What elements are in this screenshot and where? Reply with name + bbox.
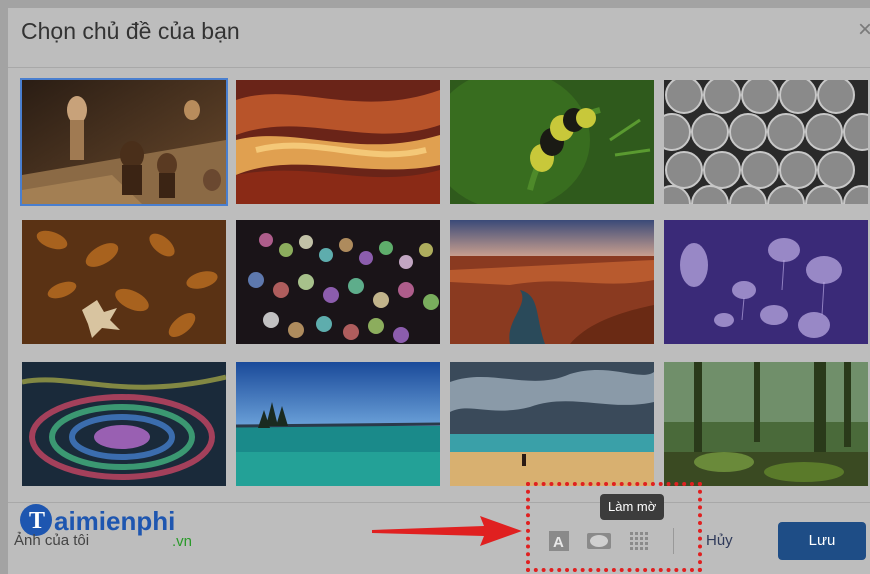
autumn-leaves-image xyxy=(22,220,226,344)
theme-tile-caterpillar[interactable] xyxy=(450,80,654,204)
save-button[interactable]: Lưu xyxy=(778,522,866,560)
beach-image xyxy=(450,362,654,486)
theme-tile-bokeh-lights[interactable] xyxy=(236,220,440,344)
theme-tile-canyon-river[interactable] xyxy=(450,220,654,344)
text-background-icon: A xyxy=(549,531,569,551)
blur-icon xyxy=(630,532,648,550)
chess-image xyxy=(22,80,226,204)
lake-shore-image xyxy=(236,362,440,486)
dialog-header: Chọn chủ đề của bạn × xyxy=(8,8,870,68)
toolbar-divider xyxy=(673,528,674,554)
theme-tile-forest[interactable] xyxy=(664,362,868,486)
colorful-ripple-image xyxy=(22,362,226,486)
theme-tile-lake-shore[interactable] xyxy=(236,362,440,486)
blur-tooltip: Làm mờ xyxy=(600,494,665,520)
vignette-icon xyxy=(587,533,611,549)
svg-text:A: A xyxy=(553,534,564,551)
cancel-button[interactable]: Hủy xyxy=(706,532,733,549)
vignette-button[interactable] xyxy=(586,530,612,552)
theme-tile-colorful-ripple[interactable] xyxy=(22,362,226,486)
canyon-river-image xyxy=(450,220,654,344)
theme-tile-canyon-waves[interactable] xyxy=(236,80,440,204)
theme-tile-chess[interactable] xyxy=(20,78,228,206)
my-photos-link[interactable]: Ảnh của tôi xyxy=(14,532,89,549)
svg-text:T: T xyxy=(29,508,45,534)
forest-image xyxy=(664,362,868,486)
svg-text:.vn: .vn xyxy=(172,533,192,550)
pipes-image xyxy=(664,80,868,204)
theme-tile-jellyfish[interactable] xyxy=(664,220,868,344)
text-background-button[interactable]: A xyxy=(548,530,570,552)
red-arrow-annotation xyxy=(372,516,522,546)
dialog-title: Chọn chủ đề của bạn xyxy=(21,18,240,44)
close-icon[interactable]: × xyxy=(858,16,870,44)
theme-tile-beach[interactable] xyxy=(450,362,654,486)
canyon-waves-image xyxy=(236,80,440,204)
jellyfish-image xyxy=(664,220,868,344)
theme-tile-pipes[interactable] xyxy=(664,80,868,204)
theme-dialog: Chọn chủ đề của bạn × xyxy=(8,8,870,574)
caterpillar-image xyxy=(450,80,654,204)
theme-tile-autumn-leaves[interactable] xyxy=(22,220,226,344)
bokeh-lights-image xyxy=(236,220,440,344)
blur-button[interactable] xyxy=(628,530,650,552)
